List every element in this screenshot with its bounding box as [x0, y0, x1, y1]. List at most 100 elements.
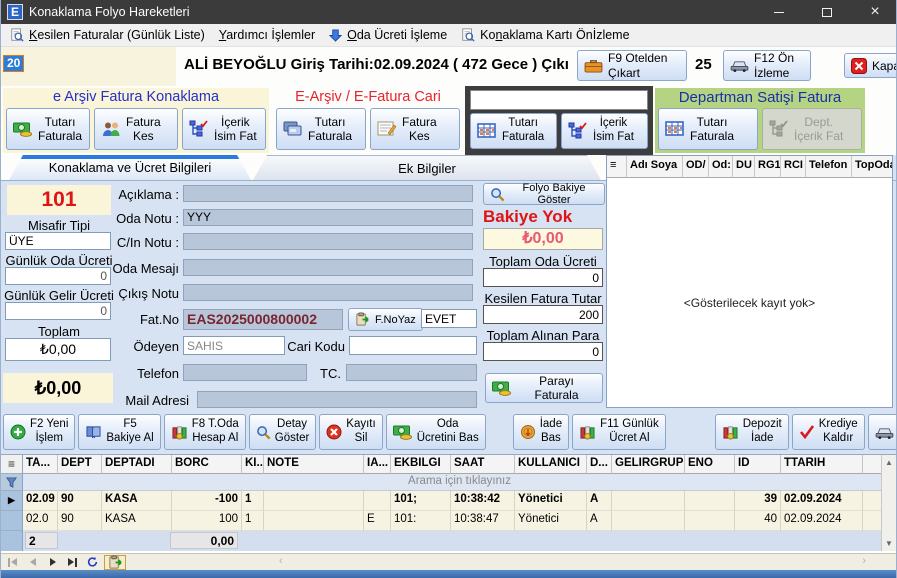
magnifier-doc-icon: [461, 28, 475, 42]
guest-col-2[interactable]: Od:: [709, 156, 733, 178]
toolbar-button-f11-g-nl-k-cret-al[interactable]: F11 GünlükÜcret Al: [572, 414, 666, 450]
txn-col-4[interactable]: KI...: [242, 455, 264, 474]
scroll-up-icon[interactable]: ▲: [885, 455, 893, 470]
earsiv-icerik-isim-fat-button[interactable]: İçerikİsim Fat: [182, 108, 266, 150]
tab-konaklama-ve-ucret[interactable]: Konaklama ve Ücret Bilgileri: [9, 155, 251, 180]
txn-col-12[interactable]: ENO: [685, 455, 735, 474]
menu-oda-ucreti-isleme[interactable]: Oda Ücreti İşleme: [322, 26, 454, 44]
guest-col-3[interactable]: DU: [733, 156, 755, 178]
panel-title: E-Arşiv / E-Fatura Cari: [273, 88, 463, 107]
vertical-scrollbar[interactable]: ▲ ▼: [881, 455, 896, 551]
txn-col-3[interactable]: BORC: [172, 455, 242, 474]
kesilen-fatura-tutar-input[interactable]: [483, 305, 603, 324]
transactions-filter-row[interactable]: Arama için tıklayınız: [1, 474, 896, 491]
gunluk-oda-ucreti-input[interactable]: [5, 267, 111, 285]
txn-col-8[interactable]: SAAT: [451, 455, 515, 474]
gunluk-oda-ucreti-label: Günlük Oda Ücreti: [1, 253, 117, 268]
oda-notu-field: YYY: [183, 209, 473, 226]
folyo-bakiye-goster-button[interactable]: Folyo Bakiye Göster: [483, 183, 605, 205]
nav-last-button[interactable]: [64, 556, 81, 569]
evet-input[interactable]: [421, 309, 477, 328]
txn-col-13[interactable]: ID: [735, 455, 781, 474]
odeyen-input[interactable]: [183, 336, 285, 355]
dark-panel-input[interactable]: [470, 90, 648, 110]
txn-col-5[interactable]: NOTE: [264, 455, 364, 474]
transaction-row[interactable]: 02.090KASA1001E101:10:38:47YöneticiA4002…: [1, 511, 896, 531]
scroll-down-icon[interactable]: ▼: [885, 536, 893, 551]
txn-col-9[interactable]: KULLANICI: [515, 455, 587, 474]
txn-col-1[interactable]: DEPT: [58, 455, 102, 474]
guest-col-5[interactable]: RCI: [781, 156, 806, 178]
txn-col-10[interactable]: D...: [587, 455, 612, 474]
guest-col-4[interactable]: RG1: [755, 156, 781, 178]
txn-col-7[interactable]: EKBILGI: [391, 455, 451, 474]
dept-tutari-faturala-button[interactable]: TutarıFaturala: [658, 108, 758, 150]
guest-col-6[interactable]: Telefon: [806, 156, 852, 178]
guest-col-7[interactable]: TopOda: [852, 156, 892, 178]
dark-tutari-faturala-button[interactable]: TutarıFaturala: [470, 113, 557, 149]
menu-label: Yardımcı İşlemler: [219, 28, 315, 42]
toplam-oda-ucreti-input[interactable]: [483, 268, 603, 287]
txn-col-14[interactable]: TTARIH: [781, 455, 863, 474]
filter-text[interactable]: Arama için tıklayınız: [23, 474, 896, 491]
toolbar-button-detay-g-ster[interactable]: DetayGöster: [249, 414, 317, 450]
toolbar-button-depozit-i-ade[interactable]: Depozitİade: [715, 414, 789, 450]
dark-icerik-isim-fat-button[interactable]: İçerikİsim Fat: [561, 113, 648, 149]
tab-ek-bilgiler[interactable]: Ek Bilgiler: [253, 155, 601, 180]
menu-konaklama-karti-onizleme[interactable]: Konaklama Kartı Önİzleme: [454, 26, 636, 44]
toolbar-button-oda-cretini-bas[interactable]: OdaÜcretini Bas: [386, 414, 486, 450]
kapat-button[interactable]: Kapat: [844, 53, 897, 78]
txn-col-11[interactable]: GELIRGRUP: [612, 455, 685, 474]
toolbar-button-kay-t-sil[interactable]: KayıtıSil: [319, 414, 382, 450]
guest-col-1[interactable]: OD/: [683, 156, 709, 178]
f9-otelden-cikart-button[interactable]: F9 OteldenÇıkart: [577, 50, 687, 81]
mail-adresi-label: Mail Adresi: [101, 393, 189, 408]
hscroll-left-icon[interactable]: ‹: [279, 555, 283, 567]
cell: 10:38:47: [451, 511, 515, 531]
fnoyaz-button[interactable]: F.NoYaz: [348, 308, 423, 331]
maximize-button[interactable]: [806, 0, 848, 24]
toolbar-button-f5-bakiye-al[interactable]: F5Bakiye Al: [78, 414, 160, 450]
toplam-alinan-para-input[interactable]: [483, 342, 603, 361]
toolbar-button-krediye-kald-r[interactable]: KrediyeKaldır: [792, 414, 865, 450]
f12-on-izleme-button[interactable]: F12 Önİzleme: [723, 50, 811, 81]
guest-col-0[interactable]: Adı Soya: [627, 156, 683, 178]
earsiv-fatura-kes-button[interactable]: FaturaKes: [94, 108, 178, 150]
nav-prev-button[interactable]: [24, 556, 41, 569]
hscroll-right-icon[interactable]: ›: [862, 555, 866, 567]
txn-menu-icon[interactable]: ≡: [1, 455, 23, 474]
export-button[interactable]: [104, 555, 126, 570]
transaction-row[interactable]: ▶02.0990KASA-1001101;10:38:42YöneticiA39…: [1, 491, 896, 511]
cari-kodu-input[interactable]: [349, 336, 477, 355]
txn-col-6[interactable]: IA...: [364, 455, 391, 474]
minimize-button[interactable]: [758, 0, 800, 24]
summary-sum: 0,00: [170, 532, 238, 549]
refresh-icon[interactable]: [84, 556, 101, 569]
toolbar-button-f8-t-oda-hesap-al[interactable]: F8 T.OdaHesap Al: [164, 414, 246, 450]
gunluk-gelir-ucreti-input[interactable]: [5, 302, 111, 320]
magnifier-icon: [256, 425, 271, 440]
misafir-tipi-input[interactable]: [5, 232, 111, 250]
menu-yardimci-islemler[interactable]: Yardımcı İşlemler: [212, 26, 322, 44]
mail-adresi-field: [197, 391, 477, 408]
parayi-faturala-button[interactable]: Parayı Faturala: [485, 373, 603, 403]
toplam-input[interactable]: [5, 338, 111, 361]
toolbar-button-i-ade-bas[interactable]: İadeBas: [513, 414, 569, 450]
cari-tutari-faturala-button[interactable]: TutarıFaturala: [276, 108, 366, 150]
menu-kesilen-faturalar[interactable]: Kesilen Faturalar (Günlük Liste): [3, 26, 212, 44]
toolbar-button-fi-yazd-r[interactable]: FişYazdır: [868, 414, 897, 450]
filter-funnel-icon[interactable]: [1, 474, 23, 491]
cari-fatura-kes-button[interactable]: FaturaKes: [370, 108, 460, 150]
car-icon: [875, 426, 894, 439]
toolbar-button-f2-yeni-i-lem[interactable]: F2 Yeniİşlem: [3, 414, 75, 450]
nav-next-button[interactable]: [44, 556, 61, 569]
aciklama-label: Açıklama :: [101, 187, 179, 202]
cell: 1: [242, 511, 264, 531]
nav-first-button[interactable]: [4, 556, 21, 569]
bakiye-status: Bakiye Yok: [483, 207, 572, 227]
grid-menu-icon[interactable]: ≡: [607, 156, 627, 178]
txn-col-0[interactable]: TA...: [23, 455, 58, 474]
close-window-button[interactable]: ×: [854, 0, 896, 24]
txn-col-2[interactable]: DEPTADI: [102, 455, 172, 474]
earsiv-tutari-faturala-button[interactable]: TutarıFaturala: [6, 108, 90, 150]
